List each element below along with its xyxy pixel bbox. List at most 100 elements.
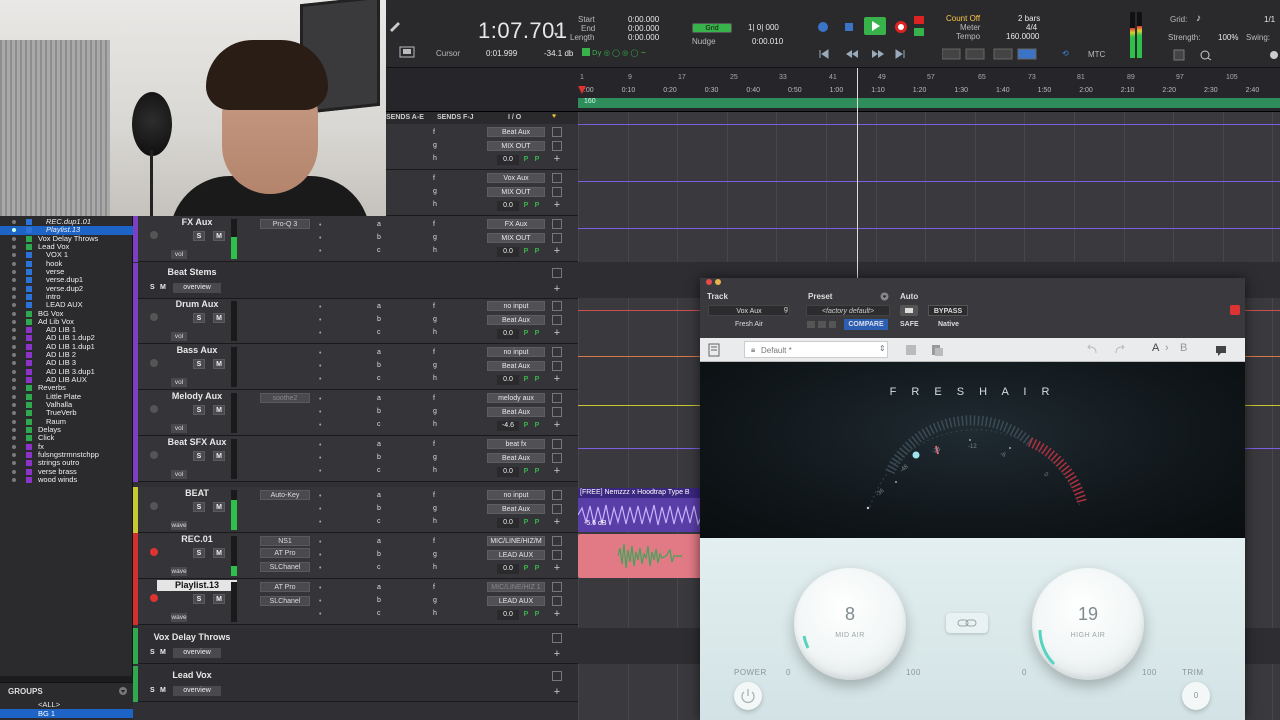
folder-comment-icon[interactable] (552, 633, 562, 643)
send-slot[interactable]: g (433, 408, 437, 415)
add-track-icon[interactable]: + (552, 328, 562, 339)
insert-empty-slot-icon[interactable]: • (319, 565, 321, 572)
insert-empty-slot-icon[interactable]: • (319, 222, 321, 229)
send-slot[interactable]: c (377, 467, 381, 474)
solo-button[interactable]: S (193, 313, 205, 323)
library-icon[interactable] (708, 343, 720, 357)
output-selector[interactable]: Beat Aux (487, 315, 545, 325)
automation-view-selector[interactable]: vol (171, 470, 187, 479)
send-slot[interactable]: a (377, 492, 381, 499)
track-list-item[interactable]: strings outro (0, 459, 133, 467)
track-comment-icon[interactable] (552, 347, 562, 357)
volume-value[interactable]: 0.0 (497, 518, 519, 528)
send-slot[interactable]: f (433, 584, 435, 591)
undo-icon[interactable] (1086, 343, 1100, 357)
send-slot[interactable]: b (377, 597, 381, 604)
track-visibility-icon[interactable] (12, 253, 16, 258)
send-slot[interactable]: a (377, 584, 381, 591)
track-visibility-icon[interactable] (12, 269, 16, 274)
record-arm-icon[interactable] (150, 231, 158, 239)
track-visibility-icon[interactable] (12, 394, 16, 399)
insert-empty-slot-icon[interactable]: • (319, 317, 321, 324)
output-selector[interactable]: Beat Aux (487, 504, 545, 514)
plugin-power-icon[interactable] (1230, 305, 1240, 315)
auto-button-icon[interactable] (900, 305, 918, 316)
track-list-icon[interactable] (552, 596, 562, 606)
track-list-item[interactable]: AD LIB 3 (0, 359, 133, 367)
track-list-item[interactable]: verse.dup1 (0, 276, 133, 284)
track-list-item[interactable]: Valhalla (0, 401, 133, 409)
track-visibility-icon[interactable] (12, 303, 16, 308)
track-list-item[interactable]: Raum (0, 418, 133, 426)
sends-ae-header[interactable]: SENDS A-E (386, 114, 424, 121)
length-value[interactable]: 0:00.000 (628, 33, 659, 42)
record-arm-icon[interactable] (150, 502, 158, 510)
transport-nav-icons[interactable] (818, 48, 908, 60)
send-slot[interactable]: f (433, 221, 435, 228)
pan-left-button[interactable]: P (522, 201, 530, 211)
grid-mode-button[interactable]: Grid (692, 23, 732, 33)
track-list-item[interactable]: Ad Lib Vox (0, 318, 133, 326)
track-visibility-icon[interactable] (12, 452, 16, 457)
track-list-item[interactable]: wood winds (0, 476, 133, 484)
automation-view-selector[interactable]: wave (171, 521, 187, 530)
record-button-icon[interactable] (894, 20, 908, 34)
note-value-icon[interactable]: ♪ (1196, 13, 1201, 24)
insert-slot[interactable]: NS1 (260, 536, 310, 546)
volume-value[interactable]: 0.0 (497, 247, 519, 257)
input-selector[interactable]: no input (487, 490, 545, 500)
send-slot[interactable]: c (377, 329, 381, 336)
send-slot[interactable]: f (433, 538, 435, 545)
bypass-button[interactable]: BYPASS (928, 305, 968, 316)
output-selector[interactable]: LEAD AUX (487, 550, 545, 560)
mute-button[interactable]: M (213, 405, 225, 415)
track-visibility-icon[interactable] (12, 220, 16, 224)
track-list-item[interactable]: verse.dup2 (0, 285, 133, 293)
input-selector[interactable]: no input (487, 301, 545, 311)
mtc-label[interactable]: MTC (1088, 50, 1105, 59)
insert-empty-slot-icon[interactable]: • (319, 598, 321, 605)
loop-mode-icon[interactable] (914, 28, 924, 36)
link-button[interactable] (946, 613, 988, 633)
output-selector[interactable]: MIX OUT (487, 233, 545, 243)
send-slot[interactable]: g (433, 188, 437, 195)
insert-empty-slot-icon[interactable]: • (319, 376, 321, 383)
track-visibility-icon[interactable] (12, 286, 16, 291)
track-name[interactable]: Beat SFX Aux (157, 437, 237, 448)
pan-right-button[interactable]: P (533, 201, 541, 211)
track-name[interactable]: FX Aux (157, 217, 237, 228)
track-list-item[interactable]: AD LIB 3.dup1 (0, 368, 133, 376)
pan-left-button[interactable]: P (522, 564, 530, 574)
folder-mute-button[interactable]: M (160, 283, 168, 293)
folder-mute-button[interactable]: M (160, 686, 168, 696)
track-list-item[interactable]: verse (0, 268, 133, 276)
output-selector[interactable]: Beat Aux (487, 453, 545, 463)
count-off-label[interactable]: Count Off (946, 14, 980, 23)
track-list-item[interactable]: REC.dup1.01 (0, 218, 133, 226)
send-slot[interactable]: g (433, 551, 437, 558)
add-track-icon[interactable]: + (552, 563, 562, 574)
rec-audio-clip[interactable] (578, 534, 702, 578)
pan-left-button[interactable]: P (522, 155, 530, 165)
send-slot[interactable]: h (433, 610, 437, 617)
send-slot[interactable]: h (433, 155, 437, 162)
mid-air-knob[interactable]: 8 MID AIR (794, 568, 906, 680)
track-list-item[interactable]: AD LIB 2 (0, 351, 133, 359)
safe-button[interactable]: SAFE (900, 319, 919, 330)
preset-selector[interactable]: <factory default> (806, 305, 890, 316)
playhead-line[interactable] (857, 68, 858, 280)
track-visibility-icon[interactable] (12, 378, 16, 383)
record-arm-icon[interactable] (150, 548, 158, 556)
send-slot[interactable]: g (433, 234, 437, 241)
folder-view-selector[interactable]: overview (173, 648, 221, 658)
automation-view-selector[interactable]: vol (171, 250, 187, 259)
send-slot[interactable]: a (377, 221, 381, 228)
output-selector[interactable]: MIX OUT (487, 187, 545, 197)
send-slot[interactable]: g (433, 316, 437, 323)
volume-value[interactable]: 0.0 (497, 155, 519, 165)
send-slot[interactable]: f (433, 441, 435, 448)
mute-button[interactable]: M (213, 594, 225, 604)
solo-button[interactable]: S (193, 231, 205, 241)
track-list-icon[interactable] (552, 187, 562, 197)
add-track-icon[interactable]: + (552, 284, 562, 295)
